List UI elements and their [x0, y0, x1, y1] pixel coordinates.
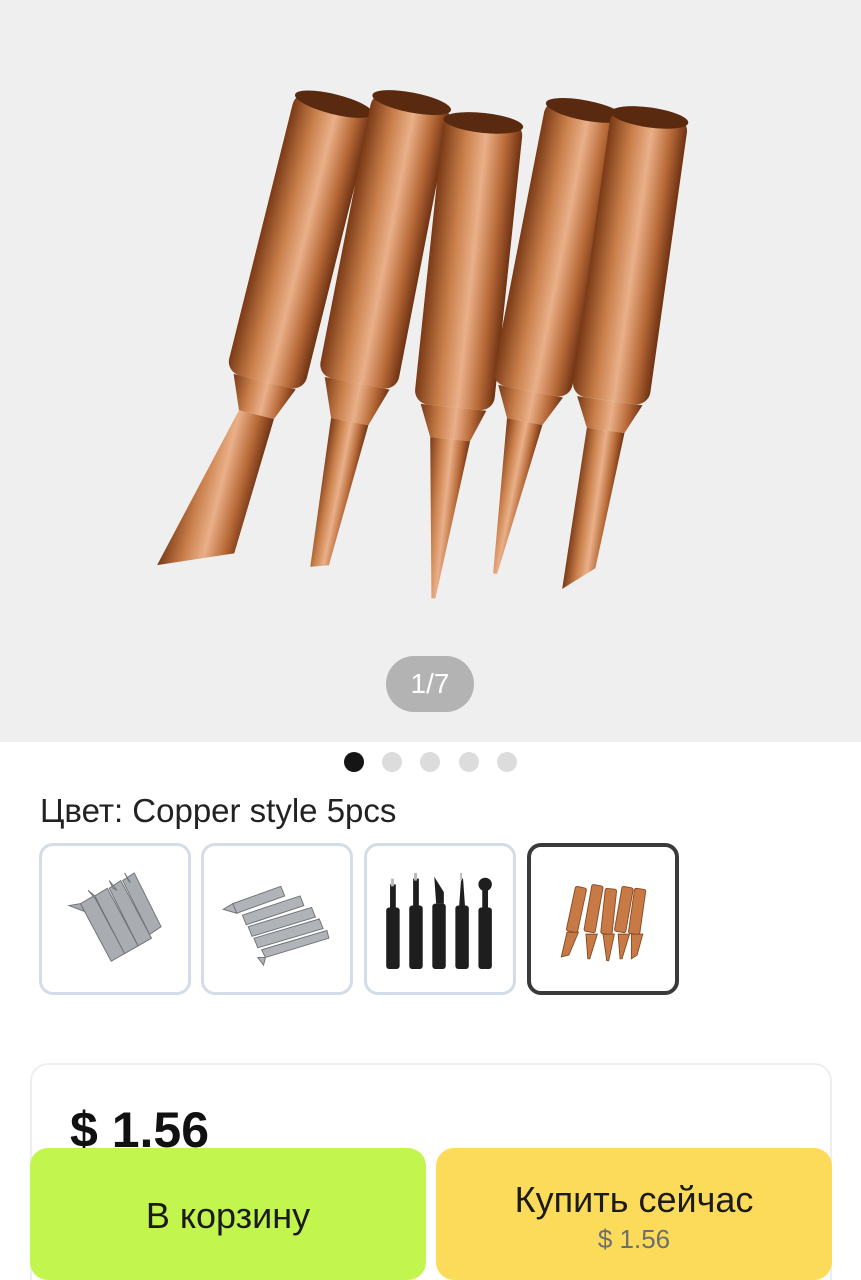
buy-now-price: $ 1.56 [597, 1224, 671, 1254]
pagination-dot-3[interactable] [420, 752, 440, 772]
product-image-gallery[interactable]: 1/7 [0, 0, 861, 742]
pagination-dot-4[interactable] [459, 752, 479, 772]
image-counter-badge: 1/7 [386, 656, 474, 712]
pagination-dot-1[interactable] [344, 752, 364, 772]
pagination-dot-2[interactable] [382, 752, 402, 772]
variant-option-copper-tips[interactable] [527, 843, 679, 995]
add-to-cart-button[interactable]: В корзину [30, 1148, 426, 1280]
buy-now-label: Купить сейчас [514, 1179, 754, 1220]
variant-option-black-tips[interactable] [364, 843, 516, 995]
variant-option-silver-tips-a[interactable] [39, 843, 191, 995]
silver-tips-thumbnail [67, 872, 162, 962]
variant-color-label: Цвет: Copper style 5pcs [40, 792, 397, 829]
variant-option-silver-tips-b[interactable] [201, 843, 353, 995]
add-to-cart-label: В корзину [145, 1195, 311, 1236]
pagination-dot-5[interactable] [497, 752, 517, 772]
silver-tips-thumbnail [222, 885, 330, 967]
gallery-pagination [0, 752, 861, 772]
black-tips-thumbnail [386, 872, 492, 969]
buy-now-button[interactable]: Купить сейчас $ 1.56 [436, 1148, 832, 1280]
product-image [157, 90, 689, 599]
copper-tips-thumbnail [560, 884, 647, 962]
